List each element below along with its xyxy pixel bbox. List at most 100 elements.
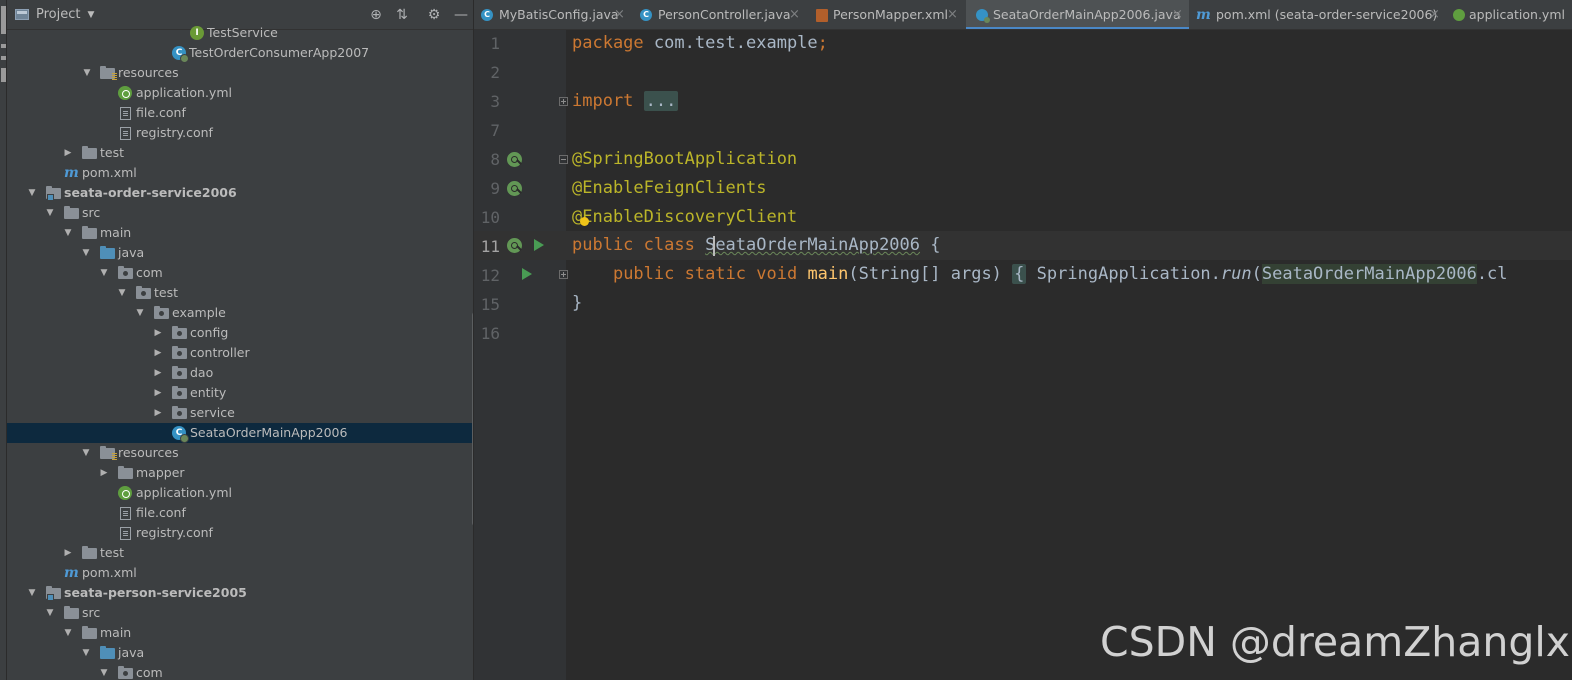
expand-arrow-icon[interactable]: ▼ [80,443,92,463]
tree-item[interactable]: ▶ service [7,403,473,423]
folder-icon [82,226,97,239]
expand-arrow-icon[interactable]: ▼ [26,183,38,203]
expand-fold-icon[interactable] [559,97,568,106]
close-icon[interactable]: × [947,0,958,29]
collapse-all-icon[interactable]: ⇅ [393,6,411,24]
collapse-fold-icon[interactable] [559,155,568,164]
tree-item[interactable]: ▶ config [7,323,473,343]
tool-window-strip[interactable] [0,0,7,680]
tree-item[interactable]: registry.conf [7,523,473,543]
expand-arrow-icon[interactable]: ▼ [26,583,38,603]
gear-icon[interactable]: ⚙ [425,6,443,24]
chevron-down-icon[interactable]: ▼ [87,10,94,20]
expand-fold-icon[interactable] [559,270,568,279]
maven-file-icon: m [64,565,79,581]
tree-item[interactable]: file.conf [7,503,473,523]
tree-item[interactable]: ▼ test [7,283,473,303]
tree-item[interactable]: ▼ src [7,203,473,223]
expand-arrow-icon[interactable]: ▼ [80,243,92,263]
class-name[interactable]: SeataOrderMainApp2006 [705,235,920,255]
tree-item[interactable]: ▼ resources [7,63,473,83]
structure-tool-tab[interactable] [1,68,6,82]
tab-mybatisconfig[interactable]: C MyBatisConfig.java × [474,0,632,29]
tree-item[interactable]: I TestService [7,23,473,43]
expand-arrow-icon[interactable]: ▶ [152,343,164,363]
tree-item-selected[interactable]: C SeataOrderMainApp2006 [7,423,473,443]
tree-item[interactable]: ▼ example [7,303,473,323]
tree-item[interactable]: registry.conf [7,123,473,143]
class-reference: SpringApplication. [1036,264,1221,284]
tree-item[interactable]: ▼ seata-order-service2006 [7,183,473,203]
expand-arrow-icon[interactable]: ▼ [62,623,74,643]
expand-arrow-icon[interactable]: ▼ [98,263,110,283]
tab-seataordermainapp2006[interactable]: SeataOrderMainApp2006.java × [966,0,1189,29]
tree-item[interactable]: ▼ seata-person-service2005 [7,583,473,603]
tree-item[interactable]: ▼ src [7,603,473,623]
code-line-12: public static void main(String[] args) {… [572,260,1508,289]
tree-item[interactable]: ▶ entity [7,383,473,403]
tab-personcontroller[interactable]: C PersonController.java × [634,0,808,29]
locate-icon[interactable]: ⊕ [367,6,385,24]
tab-label: PersonController.java [658,7,791,22]
tree-item[interactable]: ▶ test [7,543,473,563]
run-icon[interactable] [534,239,544,251]
run-icon[interactable] [522,268,532,280]
tree-item[interactable]: m pom.xml [7,163,473,183]
expand-arrow-icon[interactable]: ▶ [98,463,110,483]
tree-item[interactable]: C TestOrderConsumerApp2007 [7,43,473,63]
annotation: @EnableFeignClients [572,178,767,198]
line-number: 3 [490,92,500,111]
keyword: package [572,33,644,53]
expand-arrow-icon[interactable]: ▼ [62,223,74,243]
expand-arrow-icon[interactable]: ▶ [152,363,164,383]
expand-arrow-icon[interactable]: ▼ [116,283,128,303]
tree-item[interactable]: application.yml [7,83,473,103]
tree-item-label: java [118,645,145,660]
folded-body[interactable]: { [1012,264,1027,284]
bean-navigation-icon[interactable] [507,181,522,196]
folded-imports[interactable]: ... [643,91,679,111]
expand-arrow-icon[interactable]: ▶ [152,403,164,423]
expand-arrow-icon[interactable]: ▼ [44,203,56,223]
tree-item[interactable]: ▼ com [7,263,473,283]
close-icon[interactable]: × [614,0,625,29]
tree-item[interactable]: ▼ java [7,643,473,663]
code-editor[interactable] [566,30,1572,680]
tree-item[interactable]: application.yml [7,483,473,503]
expand-arrow-icon[interactable]: ▼ [44,603,56,623]
expand-arrow-icon[interactable]: ▶ [152,383,164,403]
expand-arrow-icon[interactable]: ▶ [62,543,74,563]
tree-item[interactable]: m pom.xml [7,563,473,583]
close-icon[interactable]: × [789,0,800,29]
folder-icon [64,606,79,619]
expand-arrow-icon[interactable]: ▼ [98,663,110,680]
tree-item[interactable]: ▼ main [7,623,473,643]
tree-item[interactable]: ▼ java [7,243,473,263]
tree-item[interactable]: ▼ main [7,223,473,243]
tree-item[interactable]: ▶ controller [7,343,473,363]
tree-item[interactable]: ▼ resources [7,443,473,463]
expand-arrow-icon[interactable]: ▶ [62,143,74,163]
close-icon[interactable]: × [1429,0,1440,29]
project-view-selector[interactable]: Project [36,7,80,22]
tree-item[interactable]: ▶ dao [7,363,473,383]
spring-bean-icon[interactable] [507,238,522,253]
tree-item[interactable]: ▶ test [7,143,473,163]
tree-item[interactable]: ▼ com [7,663,473,680]
tree-item[interactable]: file.conf [7,103,473,123]
expand-arrow-icon[interactable]: ▶ [152,323,164,343]
expand-arrow-icon[interactable]: ▼ [134,303,146,323]
close-icon[interactable]: × [1172,0,1183,29]
expand-arrow-icon[interactable]: ▼ [80,643,92,663]
project-tool-tab[interactable] [1,6,6,34]
lightbulb-icon[interactable] [580,217,589,226]
tab-application-yml[interactable]: application.yml [1451,0,1572,29]
minimize-icon[interactable]: — [452,6,470,24]
tree-item-label: pom.xml [82,565,137,580]
bean-navigation-icon[interactable] [507,152,522,167]
tree-item[interactable]: ▶ mapper [7,463,473,483]
tab-personmapper[interactable]: PersonMapper.xml × [810,0,964,29]
expand-arrow-icon[interactable]: ▼ [81,63,93,83]
paren: ( [1251,264,1262,284]
tab-pom[interactable]: m pom.xml (seata-order-service2006) × [1191,0,1449,29]
